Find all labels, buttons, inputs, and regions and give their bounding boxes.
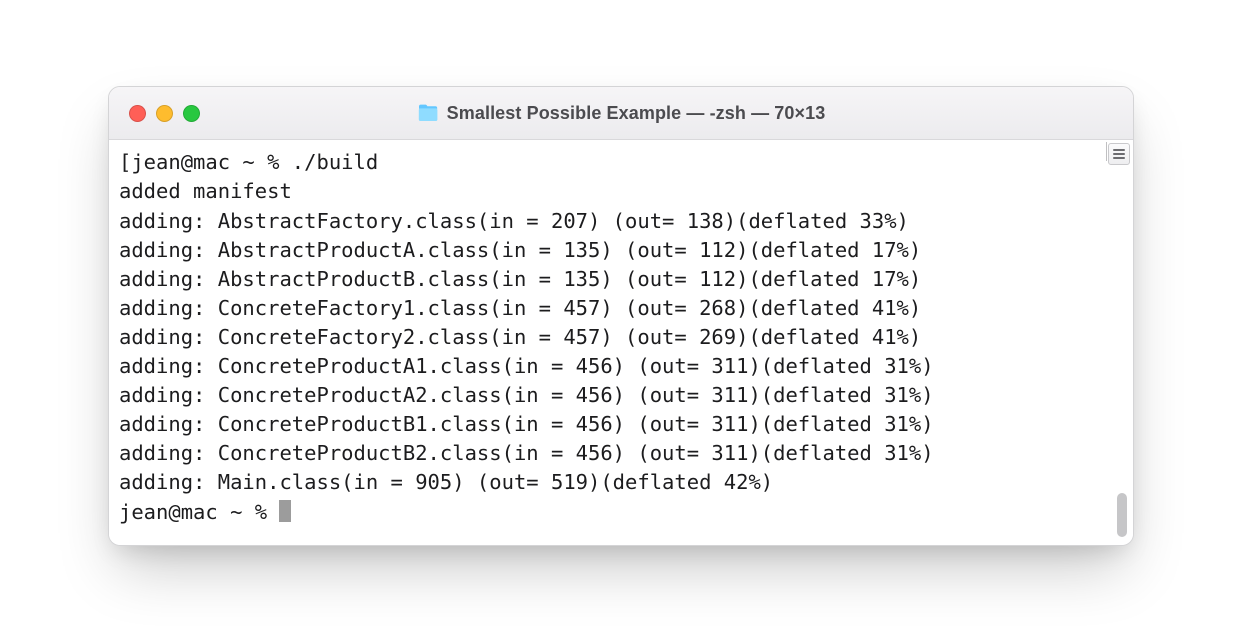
close-icon[interactable]: [129, 105, 146, 122]
prompt-text: jean@mac ~ %: [119, 500, 279, 524]
titlebar[interactable]: Smallest Possible Example — -zsh — 70×13: [109, 87, 1133, 140]
zoom-icon[interactable]: [183, 105, 200, 122]
output-line: adding: ConcreteProductB2.class(in = 456…: [119, 439, 1103, 468]
minimize-icon[interactable]: [156, 105, 173, 122]
terminal-window: Smallest Possible Example — -zsh — 70×13…: [108, 86, 1134, 545]
traffic-lights: [109, 105, 200, 122]
output-line: adding: ConcreteFactory2.class(in = 457)…: [119, 323, 1103, 352]
folder-icon: [417, 104, 439, 122]
scrollbar-track[interactable]: [1107, 140, 1133, 544]
output-line: adding: ConcreteFactory1.class(in = 457)…: [119, 294, 1103, 323]
output-line: adding: AbstractProductA.class(in = 135)…: [119, 236, 1103, 265]
output-line: adding: ConcreteProductB1.class(in = 456…: [119, 410, 1103, 439]
output-line: adding: Main.class(in = 905) (out= 519)(…: [119, 468, 1103, 497]
window-title: Smallest Possible Example — -zsh — 70×13: [447, 103, 826, 124]
output-line: adding: AbstractFactory.class(in = 207) …: [119, 207, 1103, 236]
output-line: added manifest: [119, 177, 1103, 206]
cursor-icon: [279, 500, 291, 522]
output-line: [jean@mac ~ % ./build: [119, 148, 1103, 177]
alternate-screen-icon[interactable]: [1108, 143, 1130, 165]
terminal-output[interactable]: [jean@mac ~ % ./buildadded manifestaddin…: [109, 140, 1107, 544]
scroll-marker: [1106, 142, 1107, 161]
output-line: adding: ConcreteProductA2.class(in = 456…: [119, 381, 1103, 410]
output-line: adding: AbstractProductB.class(in = 135)…: [119, 265, 1103, 294]
output-line: adding: ConcreteProductA1.class(in = 456…: [119, 352, 1103, 381]
scrollbar-thumb[interactable]: [1117, 493, 1127, 537]
prompt-line[interactable]: jean@mac ~ %: [119, 498, 1103, 527]
list-icon: [1113, 149, 1125, 159]
